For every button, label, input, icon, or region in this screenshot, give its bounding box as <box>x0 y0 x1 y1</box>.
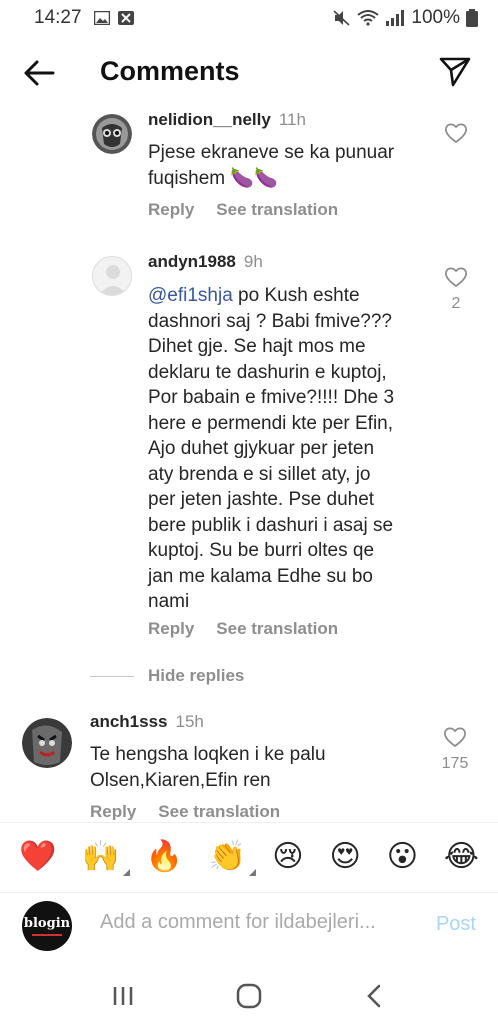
page-title: Comments <box>100 56 240 86</box>
hide-replies-button[interactable]: Hide replies <box>90 666 244 686</box>
avatar[interactable] <box>92 256 132 296</box>
emoji-heart-button[interactable]: ❤️ <box>19 839 56 874</box>
emoji-heart-eyes-button[interactable]: 😍 <box>329 839 360 874</box>
like-count: 175 <box>441 755 469 772</box>
add-comment-bar: blogin Post <box>0 892 498 956</box>
emoji-clap-button[interactable]: 👏 <box>209 839 257 876</box>
status-time: 14:27 <box>34 7 82 28</box>
comment-input[interactable] <box>100 911 400 934</box>
my-avatar: blogin <box>22 901 72 951</box>
comment-username[interactable]: nelidion__nelly <box>148 110 271 129</box>
like-count: 2 <box>451 295 461 312</box>
reply-button[interactable]: Reply <box>148 200 194 219</box>
battery-icon <box>466 9 478 27</box>
system-nav-bar <box>0 968 498 1024</box>
heart-icon <box>445 123 467 144</box>
avatar[interactable] <box>92 114 132 154</box>
comment-text: Pjese ekraneve se ka punuar fuqishem 🍆🍆 <box>148 142 395 189</box>
avatar[interactable] <box>22 718 72 768</box>
reply-button[interactable]: Reply <box>90 802 136 820</box>
like-button[interactable]: 175 <box>434 726 476 773</box>
header: Comments <box>0 40 498 104</box>
comment-time: 9h <box>243 252 263 271</box>
send-icon[interactable] <box>438 54 472 88</box>
comment-username[interactable]: andyn1988 <box>148 252 236 271</box>
post-button[interactable]: Post <box>436 913 476 936</box>
heart-icon <box>444 727 466 748</box>
like-button[interactable] <box>436 122 476 149</box>
mention-link[interactable]: @efi1shja <box>148 285 233 306</box>
emoji-laughing-button[interactable]: 😂 <box>444 839 479 874</box>
divider <box>90 675 134 677</box>
see-translation-button[interactable]: See translation <box>216 200 338 219</box>
back-chevron-icon <box>367 984 381 1008</box>
back-arrow-icon[interactable] <box>22 56 56 90</box>
signal-icon <box>386 10 405 26</box>
reply-button[interactable]: Reply <box>148 619 194 638</box>
emoji-surprised-button[interactable]: 😮 <box>387 839 418 874</box>
home-button[interactable] <box>229 976 269 1016</box>
comment-time: 11h <box>278 110 306 129</box>
battery-percent: 100% <box>411 7 460 28</box>
see-translation-button[interactable]: See translation <box>158 802 280 820</box>
emoji-fire-button[interactable]: 🔥 <box>146 839 183 874</box>
comment-time: 15h <box>175 712 204 731</box>
recent-apps-icon <box>113 987 133 1005</box>
emoji-bar: ❤️ 🙌 🔥 👏 😢 😍 😮 😂 <box>0 822 498 890</box>
see-translation-button[interactable]: See translation <box>216 619 338 638</box>
comment-text: @efi1shja po Kush eshte dashnori saj ? B… <box>148 285 395 612</box>
emoji-raised-hands-button[interactable]: 🙌 <box>82 839 130 876</box>
wifi-icon <box>357 10 380 26</box>
comment-username[interactable]: anch1sss <box>90 712 168 731</box>
heart-icon <box>445 267 467 288</box>
close-box-icon <box>117 11 134 25</box>
status-bar: 14:27 100% <box>0 0 498 36</box>
mute-icon <box>333 10 350 26</box>
like-button[interactable]: 2 <box>436 266 476 313</box>
comment-text: Te hengsha loqken i ke palu Olsen,Kiaren… <box>90 744 326 791</box>
recent-apps-button[interactable] <box>103 976 143 1016</box>
home-icon <box>236 983 262 1009</box>
emoji-crying-button[interactable]: 😢 <box>272 839 303 874</box>
back-nav-button[interactable] <box>355 976 395 1016</box>
gallery-icon <box>93 11 110 25</box>
